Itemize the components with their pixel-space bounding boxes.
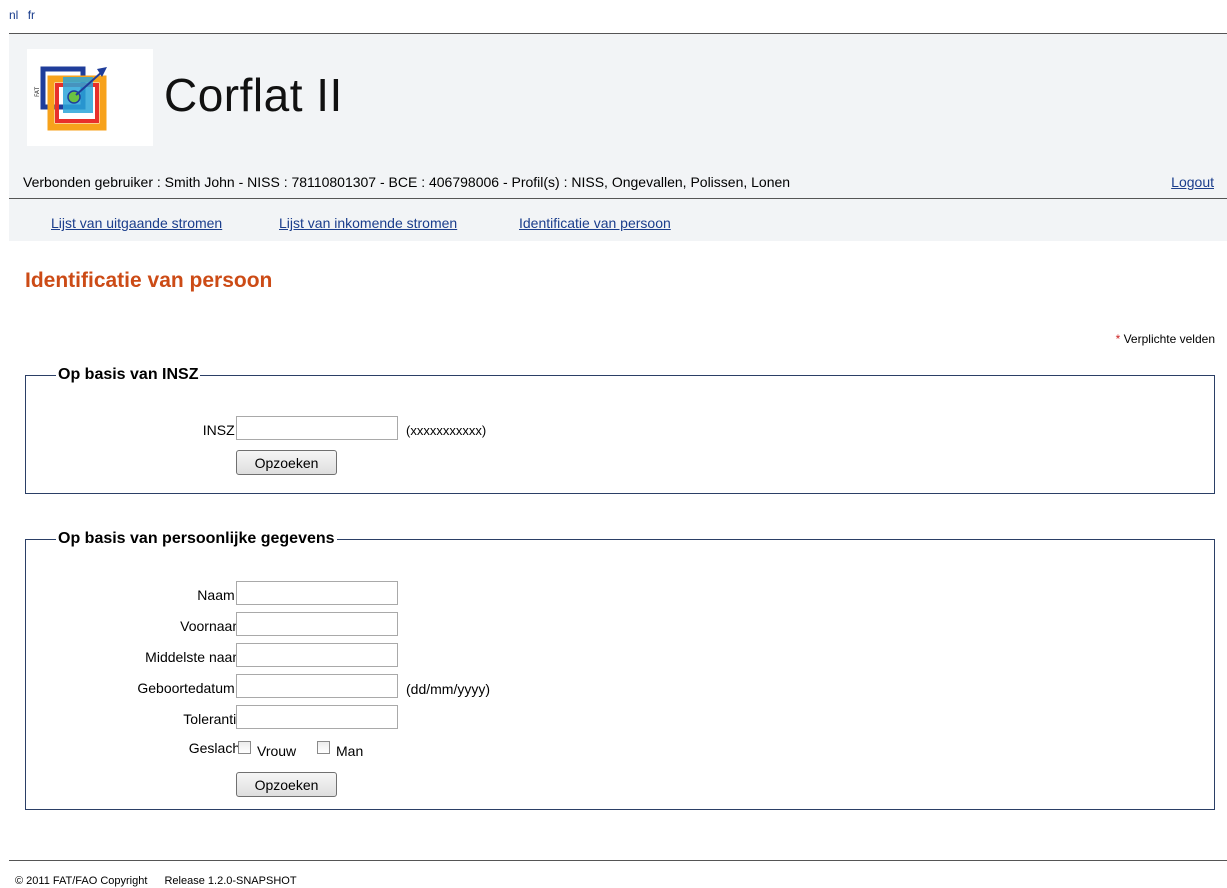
insz-row: INSZ * (xxxxxxxxxxx) (26, 416, 1214, 444)
footer-divider (9, 860, 1227, 861)
naam-label-text: Naam (197, 587, 235, 603)
geboortedatum-label: Geboortedatum * (137, 680, 244, 696)
naam-input[interactable] (236, 581, 398, 605)
voornaam-label: Voornaam (180, 618, 244, 634)
footer: © 2011 FAT/FAO Copyright Release 1.2.0-S… (15, 875, 311, 887)
logo-graphic: FAT (34, 66, 107, 131)
voornaam-input[interactable] (236, 612, 398, 636)
language-switcher: nl fr (9, 8, 41, 22)
nav-incoming-flows[interactable]: Lijst van inkomende stromen (279, 215, 457, 231)
man-checkbox[interactable] (317, 741, 330, 754)
vrouw-checkbox[interactable] (238, 741, 251, 754)
footer-copyright: © 2011 FAT/FAO Copyright (15, 875, 148, 887)
footer-release: Release 1.2.0-SNAPSHOT (164, 875, 297, 887)
required-fields-note: * Verplichte velden (1116, 332, 1215, 346)
middelste-naam-input[interactable] (236, 643, 398, 667)
main-nav: Lijst van uitgaande stromen Lijst van in… (9, 199, 1227, 241)
insz-search-section: Op basis van INSZ INSZ * (xxxxxxxxxxx) O… (25, 366, 1215, 494)
lang-link-fr[interactable]: fr (28, 8, 35, 22)
app-logo: FAT (27, 49, 153, 146)
geslacht-row: Geslacht Vrouw Man (26, 734, 1214, 762)
app-header: FAT Corflat II (9, 33, 1227, 157)
insz-search-button[interactable]: Opzoeken (236, 450, 337, 475)
geboortedatum-label-text: Geboortedatum (137, 680, 235, 696)
geboortedatum-row: Geboortedatum * (dd/mm/yyyy) (26, 674, 1214, 702)
geboortedatum-format-hint: (dd/mm/yyyy) (406, 681, 490, 697)
lang-link-nl[interactable]: nl (9, 8, 18, 22)
naam-row: Naam * (26, 581, 1214, 609)
required-marker: * (1115, 332, 1121, 346)
voornaam-row: Voornaam (26, 612, 1214, 640)
connected-user-info: Verbonden gebruiker : Smith John - NISS … (23, 174, 791, 190)
insz-label-text: INSZ (202, 422, 235, 438)
personal-data-search-section: Op basis van persoonlijke gegevens Naam … (25, 530, 1215, 810)
logout-link[interactable]: Logout (1171, 174, 1214, 190)
logo-text: FAT (34, 86, 41, 97)
page-title: Identificatie van persoon (25, 269, 273, 292)
personal-section-legend: Op basis van persoonlijke gegevens (58, 530, 335, 547)
tolerantie-row: Tolerantie (26, 705, 1214, 733)
tolerantie-input[interactable] (236, 705, 398, 729)
vrouw-label: Vrouw (257, 743, 297, 759)
middelste-naam-row: Middelste naam (26, 643, 1214, 671)
nav-person-identification[interactable]: Identificatie van persoon (519, 215, 671, 231)
personal-search-button[interactable]: Opzoeken (236, 772, 337, 797)
middelste-naam-label: Middelste naam (145, 649, 244, 665)
geslacht-label: Geslacht (188, 740, 244, 756)
required-note-text: Verplichte velden (1123, 332, 1215, 346)
insz-format-hint: (xxxxxxxxxxx) (406, 423, 487, 438)
insz-section-legend: Op basis van INSZ (58, 366, 199, 383)
geboortedatum-input[interactable] (236, 674, 398, 698)
man-label: Man (336, 743, 364, 759)
user-bar: Verbonden gebruiker : Smith John - NISS … (9, 156, 1227, 199)
nav-outgoing-flows[interactable]: Lijst van uitgaande stromen (51, 215, 222, 231)
tolerantie-label: Tolerantie (183, 711, 244, 727)
insz-input[interactable] (236, 416, 398, 440)
app-title: Corflat II (164, 69, 343, 121)
